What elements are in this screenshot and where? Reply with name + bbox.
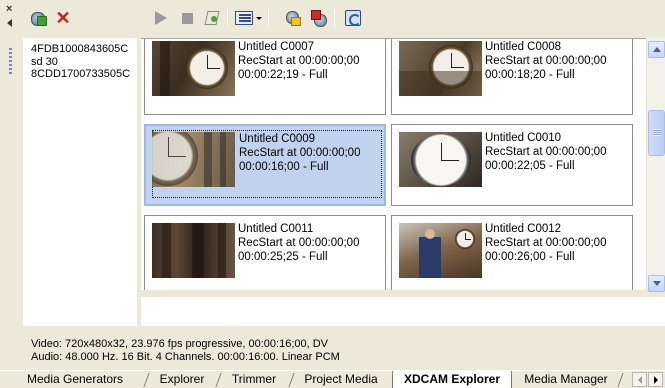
auto-preview-icon — [204, 10, 220, 26]
clip-info: Untitled C0011 RecStart at 00:00:00;00 0… — [238, 222, 359, 264]
chevron-right-icon — [653, 375, 658, 384]
tab-trimmer[interactable]: Trimmer — [222, 371, 286, 388]
clip-thumbnail — [152, 41, 235, 96]
clip-recstart: RecStart at 00:00:00;00 — [485, 237, 607, 249]
import-icon — [31, 10, 47, 26]
clip-duration: 00:00:22;19 - Full — [238, 69, 328, 81]
clip-title: Untitled C0010 — [485, 132, 562, 144]
clip-tile-selected[interactable]: Untitled C0009 RecStart at 00:00:00;00 0… — [144, 124, 386, 206]
window-tab-bar: Media Generators Explorer Trimmer Projec… — [0, 370, 665, 388]
device-list-item[interactable]: 4FDB1000843605C — [24, 39, 136, 56]
clip-recstart: RecStart at 00:00:00;00 — [238, 237, 360, 249]
clip-info: Untitled C0009 RecStart at 00:00:00;00 0… — [239, 132, 360, 174]
export-media-icon — [311, 10, 327, 27]
clip-title: Untitled C0009 — [239, 133, 316, 145]
clip-info: Untitled C0007 RecStart at 00:00:00;00 0… — [238, 40, 359, 82]
video-info: Video: 720x480x32, 23.976 fps progressiv… — [31, 338, 329, 350]
tab-explorer[interactable]: Explorer — [150, 371, 214, 388]
scroll-thumb[interactable] — [648, 110, 665, 156]
views-icon — [234, 11, 253, 25]
detail-pane — [141, 297, 665, 326]
audio-info: Audio: 48.000 Hz. 16 Bit. 4 Channels. 00… — [31, 351, 340, 363]
clip-recstart: RecStart at 00:00:00;00 — [485, 55, 607, 67]
clip-title: Untitled C0012 — [485, 223, 562, 235]
clip-duration: 00:00:22;05 - Full — [485, 160, 575, 172]
tab-media-manager[interactable]: Media Manager — [518, 371, 614, 388]
get-media-icon — [285, 10, 301, 26]
clip-thumbnail — [152, 223, 235, 278]
toolbar: ✕ — [24, 6, 660, 34]
tab-scroll-right-button[interactable] — [648, 372, 663, 387]
clip-tile[interactable]: Untitled C0011 RecStart at 00:00:00;00 0… — [144, 215, 386, 290]
clip-browser[interactable]: Untitled C0007 RecStart at 00:00:00;00 0… — [141, 38, 646, 290]
tab-project-media[interactable]: Project Media — [294, 371, 388, 388]
toolbar-separator — [227, 9, 228, 27]
window-grip-strip: × — [0, 0, 22, 370]
clip-duration: 00:00:16;00 - Full — [239, 161, 329, 173]
scroll-down-button[interactable] — [648, 275, 665, 292]
chevron-left-icon — [637, 375, 642, 384]
toolbar-separator — [334, 9, 335, 27]
clip-thumbnail — [152, 132, 235, 187]
media-info: Video: 720x480x32, 23.976 fps progressiv… — [31, 338, 340, 364]
stop-icon — [181, 12, 193, 24]
import-media-button[interactable] — [28, 6, 50, 30]
views-button[interactable] — [233, 6, 263, 30]
auto-preview-button[interactable] — [201, 6, 223, 30]
delete-button[interactable]: ✕ — [52, 6, 74, 30]
device-list-item[interactable]: sd 30 — [24, 56, 136, 69]
clip-duration: 00:00:25;25 - Full — [238, 251, 328, 263]
scroll-up-button[interactable] — [648, 41, 665, 58]
close-pane-icon[interactable]: × — [6, 4, 12, 15]
clip-tile[interactable]: Untitled C0008 RecStart at 00:00:00;00 0… — [391, 39, 633, 115]
get-media-button[interactable] — [282, 6, 304, 30]
clip-tile[interactable]: Untitled C0007 RecStart at 00:00:00;00 0… — [144, 39, 386, 115]
toolbar-separator — [268, 9, 269, 27]
refresh-icon — [345, 10, 361, 26]
collapse-arrow-icon[interactable] — [7, 19, 12, 27]
drag-handle-icon[interactable] — [9, 48, 12, 76]
chevron-up-icon — [652, 47, 661, 52]
tab-scroll-left-button[interactable] — [632, 372, 647, 387]
tab-xdcam-explorer[interactable]: XDCAM Explorer — [392, 371, 512, 388]
clip-recstart: RecStart at 00:00:00;00 — [485, 146, 607, 158]
delete-x-icon: ✕ — [55, 8, 71, 28]
clip-duration: 00:00:26;00 - Full — [485, 251, 575, 263]
refresh-button[interactable] — [342, 6, 364, 30]
clip-info: Untitled C0010 RecStart at 00:00:00;00 0… — [485, 131, 606, 173]
device-list-item[interactable]: 8CDD1700733505C — [24, 68, 136, 81]
clip-vertical-scrollbar[interactable] — [646, 38, 665, 292]
play-button[interactable] — [150, 6, 172, 30]
clip-thumbnail — [399, 223, 482, 278]
clip-recstart: RecStart at 00:00:00;00 — [238, 55, 360, 67]
clip-duration: 00:00:18;20 - Full — [485, 69, 575, 81]
clip-thumbnail — [399, 41, 482, 96]
clip-thumbnail — [399, 132, 482, 187]
clip-info: Untitled C0008 RecStart at 00:00:00;00 0… — [485, 40, 606, 82]
clip-title: Untitled C0007 — [238, 41, 315, 53]
clip-info: Untitled C0012 RecStart at 00:00:00;00 0… — [485, 222, 606, 264]
clip-title: Untitled C0008 — [485, 41, 562, 53]
dropdown-caret-icon — [255, 16, 262, 20]
export-media-button[interactable] — [308, 6, 330, 30]
play-icon — [155, 11, 167, 25]
clip-tile[interactable]: Untitled C0012 RecStart at 00:00:00;00 0… — [391, 215, 633, 290]
clip-tile[interactable]: Untitled C0010 RecStart at 00:00:00;00 0… — [391, 124, 633, 206]
stop-button[interactable] — [176, 6, 198, 30]
device-list[interactable]: 4FDB1000843605C sd 30 8CDD1700733505C — [23, 38, 137, 326]
tab-media-generators[interactable]: Media Generators — [10, 371, 140, 388]
clip-recstart: RecStart at 00:00:00;00 — [239, 147, 361, 159]
chevron-down-icon — [652, 281, 661, 286]
clip-title: Untitled C0011 — [238, 223, 314, 235]
